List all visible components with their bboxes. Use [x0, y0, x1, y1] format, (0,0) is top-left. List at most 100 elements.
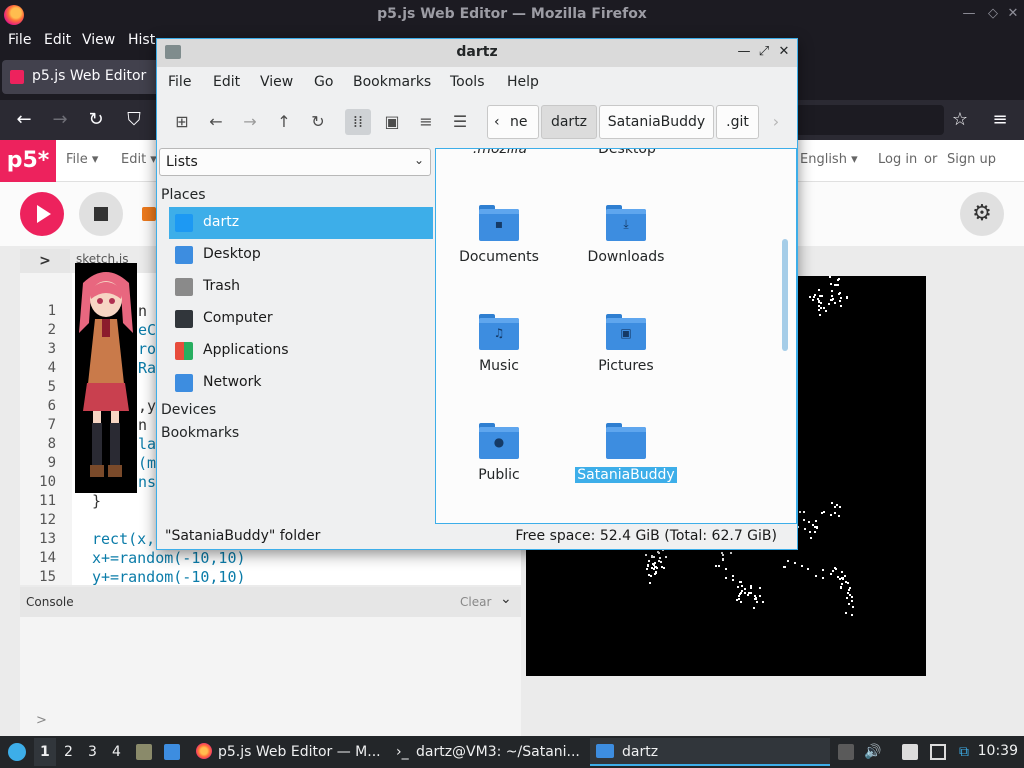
- menu-file[interactable]: File: [8, 32, 31, 48]
- canvas-dot: [651, 567, 653, 569]
- sidebar-item-network[interactable]: Network: [169, 367, 433, 399]
- folder-item-documents[interactable]: ▪ Documents: [439, 205, 559, 295]
- fm-menu-help[interactable]: Help: [507, 74, 539, 90]
- breadcrumb-git[interactable]: .git: [716, 105, 759, 139]
- canvas-dot: [744, 592, 746, 594]
- shield-icon[interactable]: ⛉: [122, 108, 146, 132]
- forward-icon[interactable]: →: [237, 109, 263, 135]
- minimize-icon[interactable]: —: [960, 5, 978, 23]
- workspace-3[interactable]: 3: [88, 744, 97, 760]
- display-icon[interactable]: [930, 744, 946, 760]
- canvas-dot: [753, 607, 755, 609]
- chevron-right-icon[interactable]: ›: [763, 109, 789, 135]
- clipboard-icon[interactable]: [838, 744, 854, 760]
- breadcrumb-dartz[interactable]: dartz: [541, 105, 597, 139]
- fm-close-icon[interactable]: ✕: [775, 43, 793, 61]
- icon-view-icon[interactable]: ⁞⁞: [345, 109, 371, 135]
- menu-view[interactable]: View: [82, 32, 115, 48]
- folder-item-pictures[interactable]: ▣ Pictures: [566, 314, 686, 404]
- menu-history[interactable]: Hist: [128, 32, 155, 48]
- canvas-dot: [831, 502, 833, 504]
- canvas-dot: [646, 568, 648, 570]
- fm-menu-file[interactable]: File: [168, 74, 191, 90]
- sidebar-item-trash[interactable]: Trash: [169, 271, 433, 303]
- url-bar[interactable]: [796, 105, 944, 135]
- line-number: 6: [47, 398, 56, 414]
- p5-menu-file[interactable]: File ▾: [66, 152, 98, 167]
- start-menu-icon[interactable]: [8, 743, 26, 761]
- folder-item-public[interactable]: ● Public: [439, 423, 559, 513]
- sidebar-item-computer[interactable]: Computer: [169, 303, 433, 335]
- reload-icon[interactable]: ↻: [305, 109, 331, 135]
- canvas-dot: [834, 506, 836, 508]
- folder-item-downloads[interactable]: ⤓ Downloads: [566, 205, 686, 295]
- canvas-dot: [839, 506, 841, 508]
- new-tab-icon[interactable]: ⊞: [169, 109, 195, 135]
- hamburger-menu-icon[interactable]: ≡: [988, 108, 1012, 132]
- reload-icon[interactable]: ↻: [84, 108, 108, 132]
- file-icon-view[interactable]: .mozilla Desktop ▪ Documents ⤓ Downloads…: [435, 148, 797, 524]
- canvas-dot: [809, 296, 811, 298]
- back-icon[interactable]: ←: [203, 109, 229, 135]
- line-number: 14: [39, 550, 56, 566]
- task-file-manager[interactable]: dartz: [590, 738, 830, 766]
- canvas-dot: [830, 514, 832, 516]
- fm-menu-tools[interactable]: Tools: [450, 74, 485, 90]
- bookmark-star-icon[interactable]: ☆: [948, 108, 972, 132]
- fm-menu-edit[interactable]: Edit: [213, 74, 240, 90]
- folder-item-music[interactable]: ♫ Music: [439, 314, 559, 404]
- menu-edit[interactable]: Edit: [44, 32, 71, 48]
- sidebar-toggle-button[interactable]: >: [20, 249, 70, 273]
- console-clear-button[interactable]: Clear: [460, 595, 491, 609]
- signup-link[interactable]: Sign up: [947, 152, 996, 167]
- file-manager-launcher-icon[interactable]: [136, 744, 152, 760]
- browser-tab[interactable]: p5.js Web Editor: [2, 60, 170, 94]
- thumbnail-view-icon[interactable]: ▣: [379, 109, 405, 135]
- clock[interactable]: 10:39: [978, 743, 1018, 759]
- sidebar-item-applications[interactable]: Applications: [169, 335, 433, 367]
- workspace-2[interactable]: 2: [64, 744, 73, 760]
- fm-maximize-icon[interactable]: ⤢: [755, 43, 773, 61]
- sidebar-item-desktop[interactable]: Desktop: [169, 239, 433, 271]
- task-firefox[interactable]: p5.js Web Editor — M...: [192, 738, 384, 766]
- play-button[interactable]: [20, 192, 64, 236]
- back-icon[interactable]: ←: [12, 108, 36, 132]
- notes-icon[interactable]: [902, 744, 918, 760]
- maximize-icon[interactable]: ◇: [984, 5, 1002, 23]
- fm-minimize-icon[interactable]: —: [735, 43, 753, 61]
- fm-menu-go[interactable]: Go: [314, 74, 333, 90]
- fm-menu-bookmarks[interactable]: Bookmarks: [353, 74, 431, 90]
- satania-buddy-sprite[interactable]: [75, 263, 137, 493]
- workspace-4[interactable]: 4: [112, 744, 121, 760]
- login-link[interactable]: Log in: [878, 152, 917, 167]
- auto-refresh-checkbox[interactable]: [142, 207, 156, 221]
- volume-icon[interactable]: 🔊: [864, 744, 881, 760]
- close-icon[interactable]: ✕: [1004, 5, 1022, 23]
- desktop-launcher-icon[interactable]: [164, 744, 180, 760]
- canvas-dot: [809, 531, 811, 533]
- folder-item-sataniabuddy[interactable]: SataniaBuddy: [566, 423, 686, 513]
- sidebar-mode-select[interactable]: Lists ⌄: [159, 148, 431, 176]
- workspace-1[interactable]: 1: [40, 744, 50, 760]
- up-icon[interactable]: ↑: [271, 109, 297, 135]
- scrollbar-thumb[interactable]: [782, 239, 788, 351]
- console-collapse-icon[interactable]: ⌄: [500, 591, 512, 607]
- fm-titlebar[interactable]: dartz — ⤢ ✕: [157, 39, 797, 67]
- compact-view-icon[interactable]: ≡: [413, 109, 439, 135]
- forward-icon[interactable]: →: [48, 108, 72, 132]
- p5-logo[interactable]: p5*: [0, 140, 56, 182]
- line-number: 1: [47, 303, 56, 319]
- language-selector[interactable]: English ▾: [800, 152, 858, 167]
- list-view-icon[interactable]: ☰: [447, 109, 473, 135]
- task-terminal[interactable]: ›_ dartz@VM3: ~/Satani...: [390, 738, 584, 766]
- console-output[interactable]: >: [20, 617, 521, 736]
- line-number: 3: [47, 341, 56, 357]
- network-status-icon[interactable]: ⧉: [956, 744, 972, 760]
- settings-gear-icon[interactable]: ⚙: [960, 192, 1004, 236]
- breadcrumb-scroll-left[interactable]: ‹ ne: [487, 105, 539, 139]
- p5-menu-edit[interactable]: Edit ▾: [121, 152, 157, 167]
- breadcrumb-sataniabuddy[interactable]: SataniaBuddy: [599, 105, 714, 139]
- fm-menu-view[interactable]: View: [260, 74, 293, 90]
- sidebar-item-dartz[interactable]: dartz: [169, 207, 433, 239]
- stop-button[interactable]: [79, 192, 123, 236]
